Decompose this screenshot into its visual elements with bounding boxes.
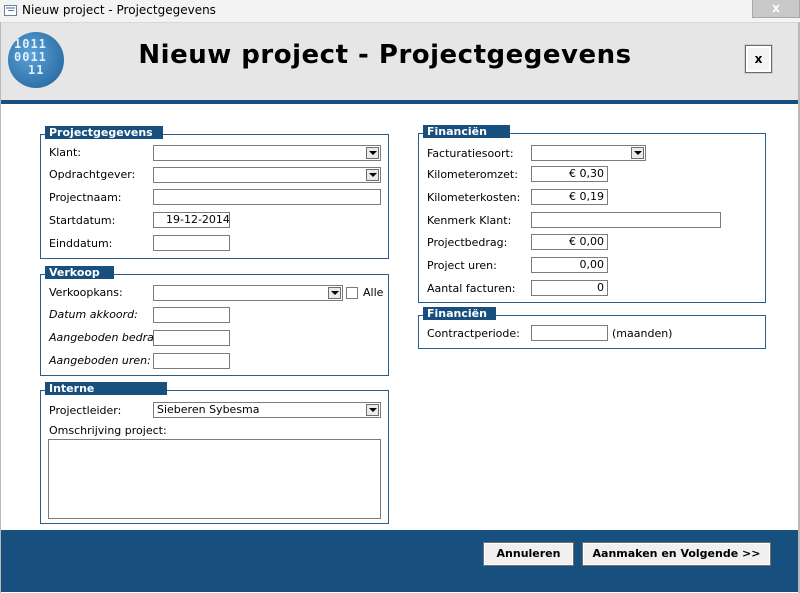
group-title-interne-organisatie: Interne organisatie [45,382,167,408]
window-title: Nieuw project - Projectgegevens [22,3,216,17]
cancel-button[interactable]: Annuleren [483,542,574,566]
kilometeromzet-input[interactable]: € 0,30 [531,166,608,182]
verkoopkans-select[interactable] [153,285,343,301]
chevron-down-icon[interactable] [366,169,379,181]
form-icon [4,5,17,16]
window-frame-left [0,22,1,593]
projectleider-label: Projectleider: [49,404,122,417]
kilometerkosten-label: Kilometerkosten: [427,191,521,204]
contractperiode-label: Contractperiode: [427,327,520,340]
group-title-financien: Financiën [423,125,510,138]
klant-label: Klant: [49,146,82,159]
close-button[interactable]: x [745,45,772,73]
header-divider [1,100,798,104]
window-titlebar: Nieuw project - Projectgegevens [0,0,800,23]
projectleider-value: Sieberen Sybesma [157,403,260,416]
datum-akkoord-label: Datum akkoord: [49,308,138,321]
projectnaam-label: Projectnaam: [49,191,122,204]
klant-select[interactable] [153,145,381,161]
aangeboden-bedrag-input[interactable] [153,330,230,346]
project-uren-label: Project uren: [427,259,497,272]
chevron-down-icon[interactable] [328,287,341,299]
group-title-projectgegevens: Projectgegevens [45,126,163,139]
create-next-button[interactable]: Aanmaken en Volgende >> [582,542,771,566]
datum-akkoord-input[interactable] [153,307,230,323]
group-title-financien-contract: Financiën [423,307,496,320]
startdatum-input[interactable]: 19-12-2014 [153,212,230,228]
kenmerk-klant-label: Kenmerk Klant: [427,214,512,227]
opdrachtgever-label: Opdrachtgever: [49,168,136,181]
omschrijving-textarea[interactable] [48,439,381,519]
facturatiesoort-label: Facturatiesoort: [427,147,514,160]
opdrachtgever-select[interactable] [153,167,381,183]
aantal-facturen-label: Aantal facturen: [427,282,516,295]
aangeboden-uren-label: Aangeboden uren: [49,354,151,367]
kenmerk-klant-input[interactable] [531,212,721,228]
projectbedrag-label: Projectbedrag: [427,236,508,249]
project-uren-input[interactable]: 0,00 [531,257,608,273]
projectnaam-input[interactable] [153,189,381,205]
chevron-down-icon[interactable] [366,404,379,416]
einddatum-label: Einddatum: [49,237,113,250]
einddatum-input[interactable] [153,235,230,251]
projectbedrag-input[interactable]: € 0,00 [531,234,608,250]
window-close-button[interactable]: x [752,0,800,18]
kilometeromzet-label: Kilometeromzet: [427,168,518,181]
maanden-label: (maanden) [612,327,673,340]
page-title: Nieuw project - Projectgegevens [138,40,632,70]
alle-label: Alle [363,286,384,299]
aangeboden-uren-input[interactable] [153,353,230,369]
kilometerkosten-input[interactable]: € 0,19 [531,189,608,205]
projectleider-select[interactable]: Sieberen Sybesma [153,402,381,418]
facturatiesoort-select[interactable] [531,145,646,161]
chevron-down-icon[interactable] [366,147,379,159]
contractperiode-input[interactable] [531,325,608,341]
chevron-down-icon[interactable] [631,147,644,159]
alle-checkbox[interactable] [346,287,358,299]
startdatum-label: Startdatum: [49,214,116,227]
aantal-facturen-input[interactable]: 0 [531,280,608,296]
verkoopkans-label: Verkoopkans: [49,286,123,299]
group-title-verkoop: Verkoop [45,266,114,279]
aangeboden-bedrag-label: Aangeboden bedra [49,331,154,344]
omschrijving-label: Omschrijving project: [49,424,167,437]
